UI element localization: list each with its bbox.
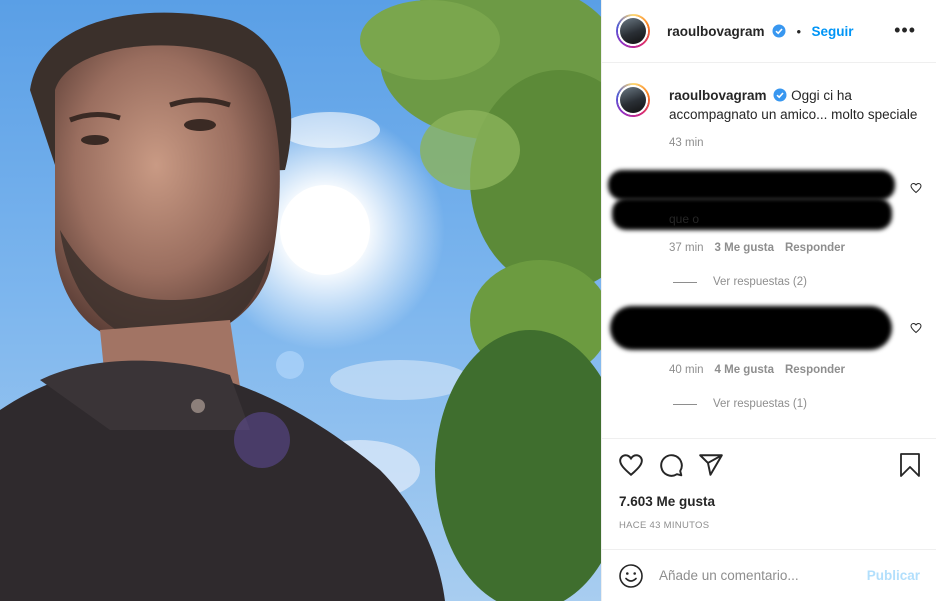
redacted-comment-text — [608, 170, 895, 200]
separator-dot: • — [796, 24, 801, 39]
comment-meta: 40 min 4 Me gusta Responder — [669, 364, 845, 376]
replies-line — [673, 403, 697, 405]
header-user-line: raoulbovagram • Seguir — [667, 23, 853, 41]
post-sidebar: raoulbovagram • Seguir ••• raoulbovagram… — [601, 0, 936, 601]
post-time-ago[interactable]: HACE 43 MINUTOS — [619, 520, 709, 531]
verified-badge-icon — [773, 88, 787, 102]
post-photo[interactable] — [0, 0, 601, 601]
comment-likes[interactable]: 3 Me gusta — [715, 242, 774, 254]
comment-likes[interactable]: 4 Me gusta — [715, 364, 774, 376]
replies-line — [673, 281, 697, 283]
reply-button[interactable]: Responder — [785, 242, 845, 254]
verified-badge-icon — [772, 24, 786, 38]
bookmark-icon[interactable] — [898, 452, 922, 478]
redacted-comment-text — [610, 306, 892, 350]
add-comment-bar: Añade un comentario... Publicar — [602, 549, 936, 602]
view-replies-label: Ver respuestas (2) — [713, 276, 807, 288]
comment-meta: 37 min 3 Me gusta Responder — [669, 242, 845, 254]
post-caption: raoulbovagram Oggi ci ha accompagnato un… — [669, 86, 924, 124]
author-username[interactable]: raoulbovagram — [667, 24, 765, 39]
comment-time: 37 min — [669, 242, 704, 254]
author-avatar[interactable] — [616, 14, 650, 48]
redacted-comment-text — [612, 198, 892, 230]
like-comment-heart-icon[interactable] — [910, 322, 922, 334]
caption-username[interactable]: raoulbovagram — [669, 88, 767, 103]
view-replies-button[interactable]: Ver respuestas (1) — [673, 398, 807, 410]
publish-button[interactable]: Publicar — [867, 568, 920, 583]
heart-icon[interactable] — [618, 452, 644, 478]
emoji-icon[interactable] — [618, 563, 644, 589]
share-icon[interactable] — [698, 452, 724, 478]
follow-button[interactable]: Seguir — [811, 24, 853, 39]
reply-button[interactable]: Responder — [785, 364, 845, 376]
caption-time: 43 min — [669, 137, 704, 149]
view-replies-label: Ver respuestas (1) — [713, 398, 807, 410]
more-options-icon[interactable]: ••• — [894, 20, 916, 41]
like-comment-heart-icon[interactable] — [910, 182, 922, 194]
view-replies-button[interactable]: Ver respuestas (2) — [673, 276, 807, 288]
comment-icon[interactable] — [658, 452, 684, 478]
header-divider — [602, 62, 936, 63]
caption-avatar[interactable] — [616, 83, 650, 117]
likes-count[interactable]: 7.603 Me gusta — [619, 494, 715, 509]
comment-time: 40 min — [669, 364, 704, 376]
selfie-image — [0, 0, 601, 601]
comment-fragment: que o — [669, 212, 700, 226]
actions-divider — [602, 438, 936, 439]
post-header: raoulbovagram • Seguir ••• — [602, 0, 936, 62]
comment-input[interactable]: Añade un comentario... — [659, 568, 799, 583]
